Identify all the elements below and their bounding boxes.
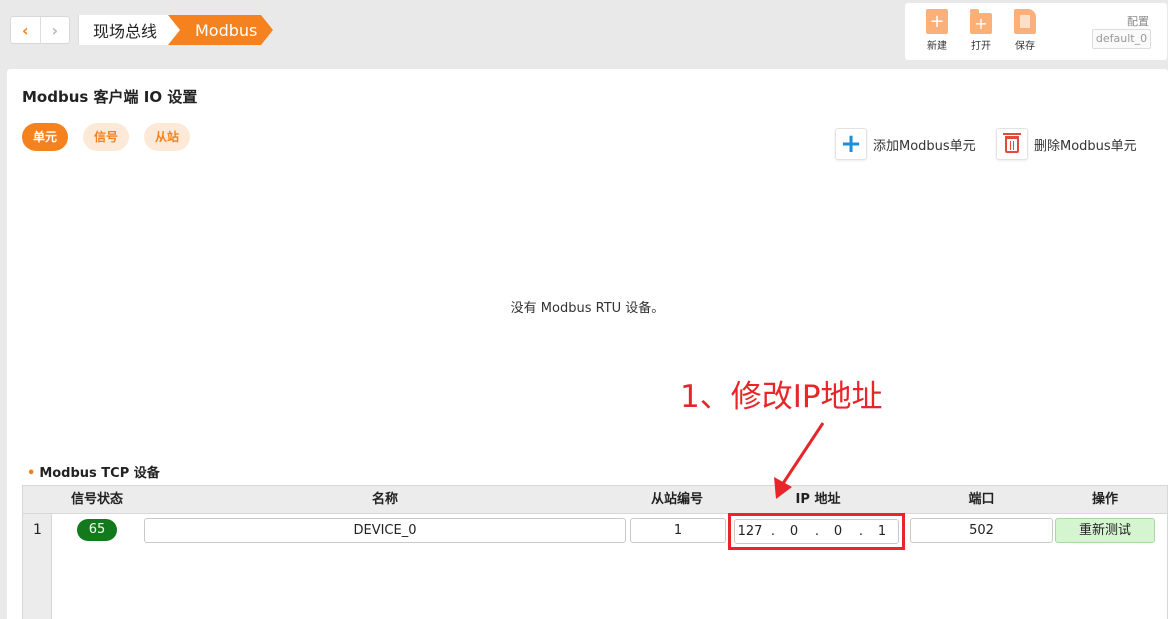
open-button[interactable]: 打开: [964, 9, 998, 52]
config-label: 配置: [1127, 15, 1149, 28]
col-status: 信号状态: [70, 492, 123, 507]
page-title: Modbus 客户端 IO 设置: [22, 88, 198, 106]
chevron-left-icon: ‹: [21, 20, 29, 40]
add-unit-label: 添加Modbus单元: [873, 138, 976, 154]
ip-separator: .: [814, 524, 820, 539]
tab-unit[interactable]: 单元: [22, 123, 68, 151]
new-label: 新建: [927, 41, 947, 52]
save-icon: [1014, 9, 1036, 34]
tcp-device-table: 信号状态 名称 从站编号 IP 地址 端口 操作 1 65 DEVICE_0 1…: [22, 485, 1168, 619]
col-action: 操作: [1091, 492, 1118, 507]
config-select[interactable]: default_0: [1092, 29, 1151, 49]
ip-octet-2[interactable]: 0: [781, 520, 807, 543]
table-header: 信号状态 名称 从站编号 IP 地址 端口 操作: [23, 486, 1167, 514]
delete-unit-button[interactable]: 删除Modbus单元: [996, 128, 1137, 160]
empty-rtu-message: 没有 Modbus RTU 设备。: [510, 301, 665, 316]
breadcrumb-label: Modbus: [195, 20, 258, 40]
ip-address-input[interactable]: 127 . 0 . 0 . 1: [734, 519, 899, 544]
chevron-right-icon: ›: [51, 20, 59, 40]
add-unit-button[interactable]: + 添加Modbus单元: [835, 128, 976, 160]
tcp-section-title-text: Modbus TCP 设备: [39, 466, 160, 481]
ip-octet-3[interactable]: 0: [825, 520, 851, 543]
breadcrumb-label: 现场总线: [93, 22, 158, 41]
annotation-arrow-icon: [774, 422, 825, 499]
ip-highlight-box: 127 . 0 . 0 . 1: [728, 513, 905, 550]
col-port: 端口: [968, 492, 995, 507]
annotation-text: 1、修改IP地址: [680, 379, 883, 415]
trash-icon: [1003, 132, 1021, 153]
row-index: 1: [33, 522, 42, 538]
plus-icon: +: [840, 129, 862, 159]
breadcrumb-modbus[interactable]: Modbus: [168, 15, 273, 45]
tab-slave[interactable]: 从站: [144, 123, 190, 151]
ip-octet-4[interactable]: 1: [869, 520, 895, 543]
save-label: 保存: [1015, 41, 1035, 52]
delete-unit-label: 删除Modbus单元: [1034, 138, 1137, 154]
save-button[interactable]: 保存: [1008, 9, 1042, 52]
folder-open-icon: [970, 9, 992, 36]
add-icon-box: +: [835, 128, 867, 160]
back-button[interactable]: ‹: [11, 17, 41, 43]
port-input[interactable]: 502: [910, 518, 1053, 543]
forward-button[interactable]: ›: [41, 17, 70, 43]
bullet-icon: •: [27, 466, 36, 481]
ip-octet-1[interactable]: 127: [737, 520, 763, 543]
file-toolbar: 新建 打开 保存 配置 default_0: [905, 3, 1167, 60]
history-nav: ‹ ›: [10, 16, 70, 44]
ip-separator: .: [770, 524, 776, 539]
status-badge: 65: [77, 519, 117, 541]
breadcrumb-fieldbus[interactable]: 现场总线: [78, 15, 180, 45]
tab-signal[interactable]: 信号: [83, 123, 129, 151]
new-button[interactable]: 新建: [920, 9, 954, 52]
delete-icon-box: [996, 128, 1028, 160]
new-file-icon: [926, 9, 948, 34]
col-slave-id: 从站编号: [650, 492, 703, 507]
ip-separator: .: [858, 524, 864, 539]
col-name: 名称: [371, 492, 398, 507]
tcp-section-title: • Modbus TCP 设备: [27, 462, 160, 481]
open-label: 打开: [971, 41, 991, 52]
device-name-input[interactable]: DEVICE_0: [144, 518, 626, 543]
main-panel: Modbus 客户端 IO 设置 单元 信号 从站 + 添加Modbus单元 删…: [7, 69, 1168, 619]
retest-button[interactable]: 重新测试: [1055, 518, 1155, 543]
slave-id-input[interactable]: 1: [630, 518, 726, 543]
